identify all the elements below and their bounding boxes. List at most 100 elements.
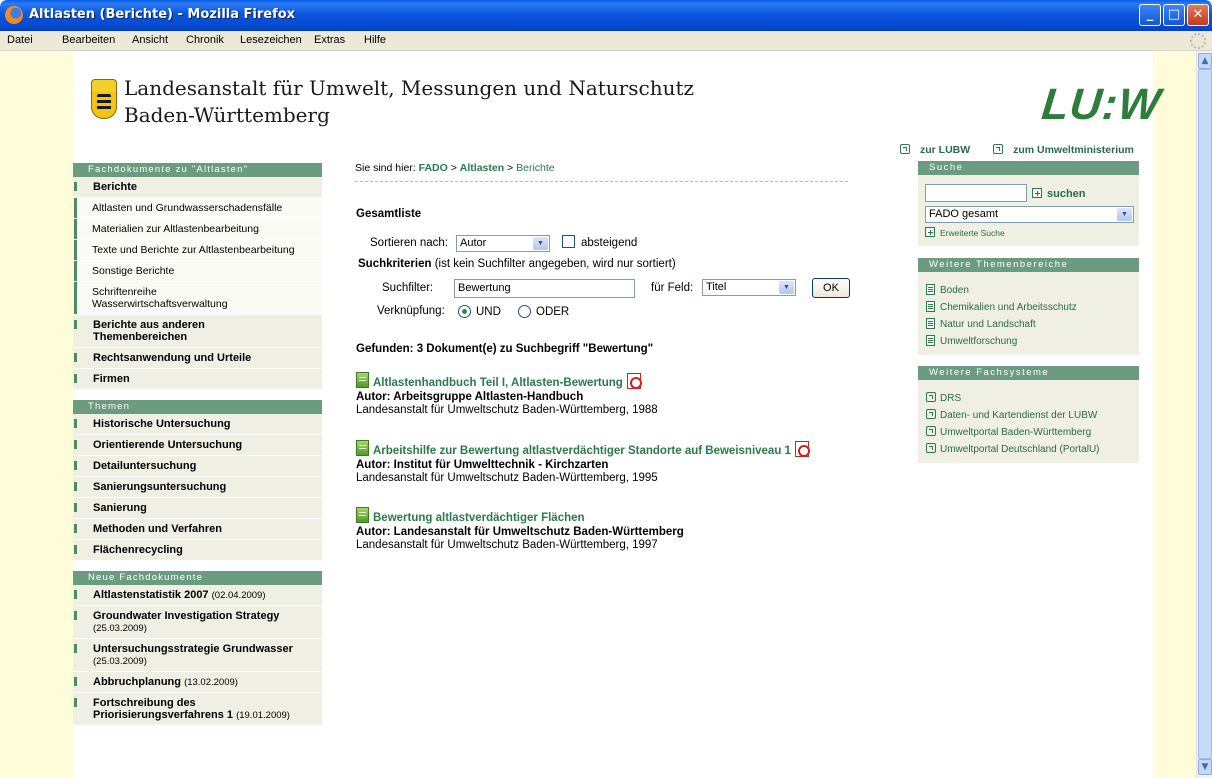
themen-box-title: Weitere Themenbereiche xyxy=(918,258,1139,272)
pdf-icon[interactable] xyxy=(626,373,642,389)
nav-section-title: Themen xyxy=(73,400,322,414)
nav-item[interactable]: Historische Untersuchung xyxy=(73,414,322,435)
nav-item[interactable]: Untersuchungsstrategie Grundwasser (25.03… xyxy=(73,639,322,672)
und-label: UND xyxy=(476,306,501,318)
nav-subitem[interactable]: Materialien zur Altlastenbearbeitung xyxy=(73,219,322,240)
search-submit-icon xyxy=(1032,188,1042,198)
page-icon xyxy=(926,301,935,312)
external-link-icon xyxy=(926,426,936,436)
vertical-scrollbar[interactable]: ▲ ▼ xyxy=(1196,51,1212,778)
lubw-logo[interactable]: LU:W xyxy=(1039,80,1163,130)
oder-radio[interactable] xyxy=(518,305,531,318)
chevron-down-icon: ▼ xyxy=(1117,208,1132,221)
theme-link[interactable]: Boden xyxy=(926,282,1139,299)
nav-item[interactable]: Rechtsanwendung und Urteile xyxy=(73,348,322,369)
result-author: Autor: Landesanstalt für Umweltschutz Ba… xyxy=(356,526,684,538)
breadcrumb-altlasten[interactable]: Altlasten xyxy=(460,162,504,174)
result-item: Altlastenhandbuch Teil I, Altlasten-Bewe… xyxy=(356,372,916,416)
menu-ansicht[interactable]: Ansicht xyxy=(132,34,168,46)
scroll-up-icon[interactable]: ▲ xyxy=(1198,53,1212,69)
system-link[interactable]: Umweltportal Baden-Württemberg xyxy=(926,424,1139,441)
advanced-search-link[interactable]: Erweiterte Suche xyxy=(925,227,1005,238)
nav-subitem[interactable]: Schriftenreihe Wasserwirtschaftsverwaltu… xyxy=(73,282,322,315)
field-label: für Feld: xyxy=(651,282,694,294)
nav-subitem[interactable]: Altlasten und Grundwasserschadensfälle xyxy=(73,198,322,219)
menu-bearbeiten[interactable]: Bearbeiten xyxy=(62,34,115,46)
nav-fachdokumente: Fachdokumente zu "Altlasten" Berichte Al… xyxy=(73,163,322,390)
nav-item[interactable]: Firmen xyxy=(73,369,322,390)
results-count: Gefunden: 3 Dokument(e) zu Suchbegriff "… xyxy=(356,343,654,355)
menu-chronik[interactable]: Chronik xyxy=(186,34,224,46)
search-box: Suche suchen FADO gesamt ▼ Erweiterte Suc… xyxy=(918,161,1139,246)
sort-label: Sortieren nach: xyxy=(370,237,448,249)
top-links: zur LUBW zum Umweltministerium xyxy=(900,144,1154,156)
menu-extras[interactable]: Extras xyxy=(314,34,345,46)
scrollbar-thumb[interactable] xyxy=(1198,69,1212,759)
scroll-down-icon[interactable]: ▼ xyxy=(1198,759,1212,775)
maximize-button[interactable]: □ xyxy=(1163,4,1185,26)
menu-hilfe[interactable]: Hilfe xyxy=(364,34,386,46)
external-link-icon xyxy=(926,392,936,402)
window-title: Altlasten (Berichte) - Mozilla Firefox xyxy=(29,7,296,22)
link-umweltministerium[interactable]: zum Umweltministerium xyxy=(993,144,1144,156)
search-box-title: Suche xyxy=(918,161,1139,175)
und-radio[interactable] xyxy=(458,305,471,318)
nav-item-berichte[interactable]: Berichte xyxy=(73,177,322,198)
result-author: Autor: Arbeitsgruppe Altlasten-Handbuch xyxy=(356,391,584,403)
nav-subitem[interactable]: Sonstige Berichte xyxy=(73,261,322,282)
ok-button[interactable]: OK xyxy=(812,278,850,298)
search-button[interactable]: suchen xyxy=(1032,188,1086,200)
criteria-text: Suchkriterien (ist kein Suchfilter angeg… xyxy=(358,258,676,270)
advanced-search-icon xyxy=(925,227,935,237)
system-link[interactable]: DRS xyxy=(926,390,1139,407)
page-icon xyxy=(926,284,935,295)
nav-item[interactable]: Groundwater Investigation Strategy (25.03… xyxy=(73,606,322,639)
descending-checkbox[interactable] xyxy=(562,235,575,248)
nav-item[interactable]: Flächenrecycling xyxy=(73,540,322,561)
close-button[interactable]: ✕ xyxy=(1187,4,1209,26)
nav-item[interactable]: Fortschreibung des Priorisierungsverfahr… xyxy=(73,693,322,726)
nav-item[interactable]: Sanierung xyxy=(73,498,322,519)
result-title-link[interactable]: Arbeitshilfe zur Bewertung altlastverdäc… xyxy=(373,445,791,457)
nav-item[interactable]: Berichte aus anderen Themenbereichen xyxy=(73,315,322,348)
nav-item[interactable]: Sanierungsuntersuchung xyxy=(73,477,322,498)
org-name-line2: Baden-Württemberg xyxy=(124,103,330,127)
field-select[interactable]: Titel ▼ xyxy=(702,279,796,296)
document-icon xyxy=(356,372,369,388)
search-input[interactable] xyxy=(925,184,1027,202)
oder-label: ODER xyxy=(536,306,570,318)
system-link[interactable]: Daten- und Kartendienst der LUBW xyxy=(926,407,1139,424)
link-label: Verknüpfung: xyxy=(377,305,445,317)
menu-datei[interactable]: Datei xyxy=(7,34,33,46)
sort-select[interactable]: Autor ▼ xyxy=(456,235,550,252)
minimize-button[interactable]: _ xyxy=(1139,4,1161,26)
breadcrumb-fado[interactable]: FADO xyxy=(419,162,448,174)
fachsysteme-box: Weitere Fachsysteme DRS Daten- und Karte… xyxy=(918,366,1139,463)
chevron-down-icon: ▼ xyxy=(779,281,794,294)
search-scope-select[interactable]: FADO gesamt ▼ xyxy=(925,206,1134,223)
result-title-link[interactable]: Bewertung altlastverdächtiger Flächen xyxy=(373,512,585,524)
nav-item[interactable]: Altlastenstatistik 2007 (02.04.2009) xyxy=(73,585,322,606)
result-author: Autor: Institut für Umwelttechnik - Kirc… xyxy=(356,459,609,471)
nav-item[interactable]: Abbruchplanung (13.02.2009) xyxy=(73,672,322,693)
result-publisher: Landesanstalt für Umweltschutz Baden-Wür… xyxy=(356,539,658,551)
nav-item[interactable]: Orientierende Untersuchung xyxy=(73,435,322,456)
search-filter-input[interactable]: Bewertung xyxy=(454,279,635,298)
link-lubw[interactable]: zur LUBW xyxy=(900,144,980,156)
nav-section-title: Fachdokumente zu "Altlasten" xyxy=(73,163,322,177)
external-link-icon xyxy=(993,144,1004,154)
external-link-icon xyxy=(900,144,910,154)
page-icon xyxy=(926,335,935,346)
theme-link[interactable]: Umweltforschung xyxy=(926,333,1139,350)
nav-item[interactable]: Methoden und Verfahren xyxy=(73,519,322,540)
menubar: Datei Bearbeiten Ansicht Chronik Lesezei… xyxy=(0,31,1212,51)
theme-link[interactable]: Natur und Landschaft xyxy=(926,316,1139,333)
nav-item[interactable]: Detailuntersuchung xyxy=(73,456,322,477)
firefox-icon xyxy=(5,6,23,24)
result-title-link[interactable]: Altlastenhandbuch Teil I, Altlasten-Bewe… xyxy=(373,377,623,389)
theme-link[interactable]: Chemikalien und Arbeitsschutz xyxy=(926,299,1139,316)
system-link[interactable]: Umweltportal Deutschland (PortalU) xyxy=(926,441,1139,458)
nav-subitem[interactable]: Texte und Berichte zur Altlastenbearbeit… xyxy=(73,240,322,261)
menu-lesezeichen[interactable]: Lesezeichen xyxy=(240,34,302,46)
pdf-icon[interactable] xyxy=(794,441,810,457)
